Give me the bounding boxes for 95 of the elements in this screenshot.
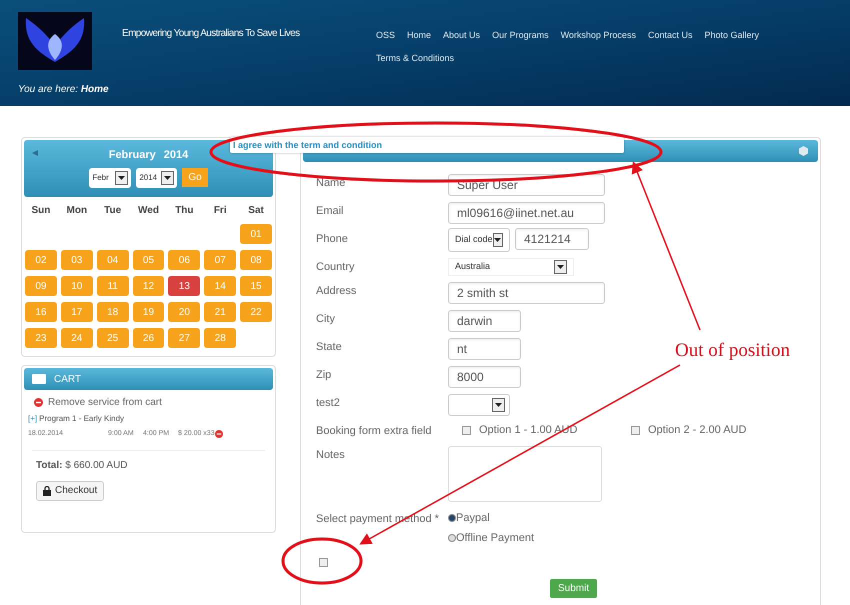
field-label: Name	[316, 176, 346, 190]
radio-button[interactable]	[448, 534, 456, 542]
annotation-text: Out of position	[675, 339, 790, 363]
expand-toggle[interactable]: [+]	[28, 413, 38, 425]
calendar-day[interactable]: 15	[240, 276, 272, 296]
calendar-day[interactable]: 07	[204, 250, 236, 270]
field-label: State	[316, 340, 343, 354]
site-tagline: Empowering Young Australians To Save Lives	[122, 27, 300, 41]
remove-icon[interactable]	[34, 398, 43, 407]
go-button[interactable]: Go	[182, 168, 208, 186]
dial-code-select[interactable]: Dial code	[448, 228, 510, 252]
country-select[interactable]: Australia	[448, 258, 574, 276]
agree-label: I agree with the term and condition	[230, 137, 624, 153]
nav-link[interactable]: OSS	[370, 27, 402, 44]
text-input[interactable]: 8000	[448, 366, 521, 388]
dropdown-select[interactable]	[448, 394, 510, 416]
year-select[interactable]: 2014	[136, 168, 178, 188]
cart-total: Total: $ 660.00 AUD	[36, 458, 129, 472]
cart-item-title: Program 1 - Early Kindy	[39, 413, 124, 425]
calendar-day[interactable]: 09	[25, 276, 57, 296]
calendar-day[interactable]: 23	[25, 328, 57, 348]
nav-link[interactable]: Photo Gallery	[698, 27, 766, 44]
calendar-day[interactable]: 28	[204, 328, 236, 348]
nav-link[interactable]: Our Programs	[486, 27, 555, 44]
text-input[interactable]: 2 smith st	[448, 282, 605, 304]
calendar-day[interactable]: 18	[96, 302, 129, 322]
remove-icon[interactable]	[214, 430, 223, 438]
field-label: City	[316, 312, 336, 326]
month-title: February	[108, 148, 156, 163]
field-label: Email	[316, 204, 345, 218]
weekday-label: Sat	[247, 204, 265, 218]
checkout-button[interactable]: Checkout	[36, 480, 104, 500]
field-label: Address	[316, 284, 358, 298]
calendar-day[interactable]: 19	[132, 302, 164, 322]
notes-textarea[interactable]	[448, 446, 602, 502]
radio-label: Paypal	[456, 511, 490, 526]
calendar-day[interactable]: 03	[60, 250, 93, 270]
calendar-day[interactable]: 06	[168, 250, 200, 270]
winged-logo-icon	[18, 12, 92, 70]
calendar-day[interactable]: 16	[25, 302, 57, 322]
calendar-day[interactable]: 17	[60, 302, 93, 322]
calendar-day[interactable]: 21	[204, 302, 236, 322]
field-label: Country	[316, 260, 356, 274]
calendar-day[interactable]: 11	[96, 276, 129, 296]
submit-button[interactable]: Submit	[550, 579, 598, 598]
calendar-day[interactable]: 27	[168, 328, 200, 348]
option-label: Option 2 - 2.00 AUD	[648, 423, 746, 438]
calendar-day[interactable]: 22	[240, 302, 272, 322]
weekday-label: Wed	[137, 204, 160, 218]
field-label: Booking form extra field	[316, 424, 433, 438]
field-label: Phone	[316, 232, 349, 246]
previous-month-icon[interactable]	[32, 150, 38, 156]
calendar-day[interactable]: 05	[132, 250, 164, 270]
nav-link[interactable]: Home	[401, 27, 438, 44]
calendar-day[interactable]: 14	[204, 276, 236, 296]
cart-title: CART	[54, 372, 82, 386]
text-input[interactable]: nt	[448, 338, 521, 360]
radio-button[interactable]	[448, 514, 456, 522]
field-label: test2	[316, 396, 341, 410]
calendar-day[interactable]: 25	[96, 328, 129, 348]
calendar-day[interactable]: 04	[96, 250, 129, 270]
calendar-day[interactable]: 12	[132, 276, 164, 296]
month-select[interactable]: Febr	[89, 168, 132, 188]
weekday-label: Fri	[212, 204, 228, 218]
weekday-label: Sun	[30, 204, 52, 218]
calendar-day[interactable]: 13	[168, 276, 200, 296]
calendar-day[interactable]: 02	[25, 250, 57, 270]
phone-input[interactable]: 4121214	[515, 228, 589, 250]
text-input[interactable]: darwin	[448, 310, 521, 332]
checkbox[interactable]	[631, 426, 640, 435]
weekday-label: Thu	[174, 204, 195, 218]
text-input[interactable]: ml09616@iinet.net.au	[448, 202, 605, 224]
nav-link[interactable]: Workshop Process	[554, 27, 642, 44]
radio-label: Offline Payment	[456, 530, 534, 546]
weekday-label: Tue	[103, 204, 122, 218]
nav-link[interactable]: About Us	[437, 27, 486, 44]
year-title: 2014	[164, 148, 188, 163]
nav-link[interactable]: Terms & Conditions	[370, 50, 460, 67]
agree-checkbox[interactable]	[319, 558, 328, 567]
cart-icon	[32, 374, 46, 384]
calendar-day[interactable]: 08	[240, 250, 272, 270]
calendar-day[interactable]: 24	[60, 328, 93, 348]
calendar-day[interactable]: 01	[240, 224, 272, 244]
settings-icon[interactable]	[799, 146, 808, 156]
weekday-label: Mon	[66, 204, 88, 218]
field-label: Zip	[316, 368, 332, 382]
calendar-day[interactable]: 26	[132, 328, 164, 348]
calendar-day[interactable]: 20	[168, 302, 200, 322]
checkbox[interactable]	[462, 426, 471, 435]
breadcrumb: You are here: Home	[18, 83, 110, 97]
calendar-day[interactable]: 10	[60, 276, 93, 296]
remove-service-link[interactable]: Remove service from cart	[48, 395, 162, 410]
field-label: Notes	[316, 448, 346, 462]
lock-icon	[43, 486, 51, 496]
nav-link[interactable]: Contact Us	[642, 27, 698, 44]
